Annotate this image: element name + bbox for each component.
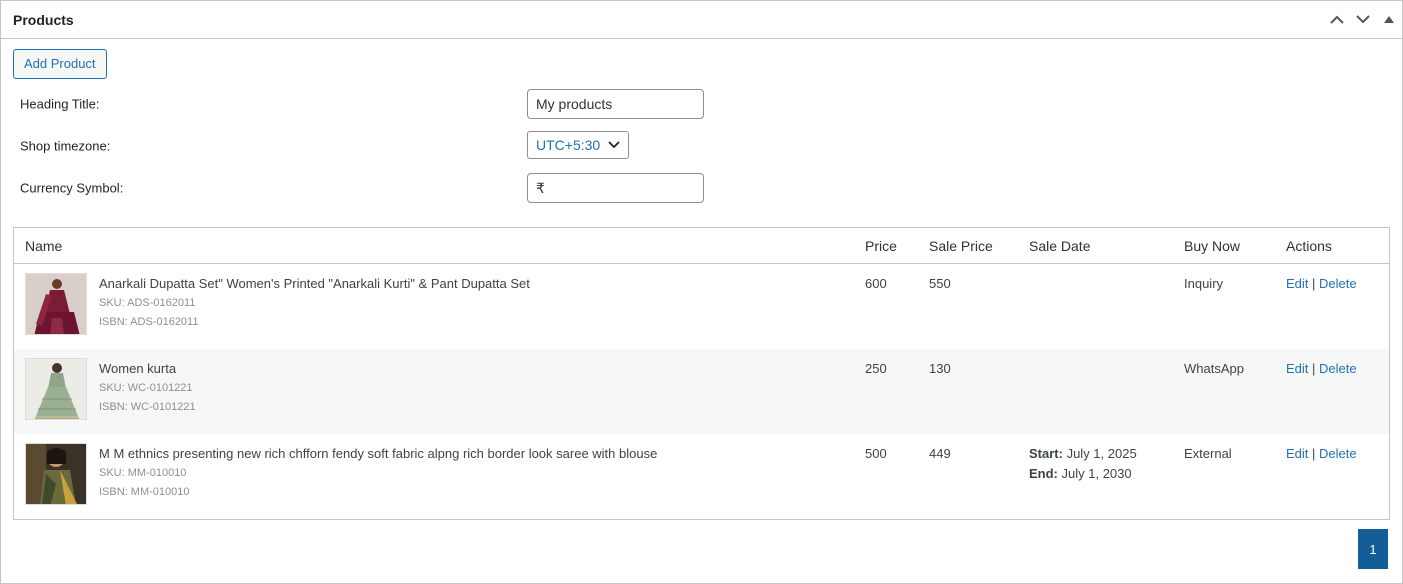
sale-start-line: Start: July 1, 2025 — [1029, 445, 1137, 463]
product-isbn: ISBN: WC-0101221 — [99, 401, 196, 413]
product-sale-price: 550 — [929, 276, 951, 291]
products-table: Name Price Sale Price Sale Date Buy Now … — [13, 227, 1390, 520]
col-name[interactable]: Name — [25, 228, 62, 264]
product-name: Women kurta — [99, 361, 177, 376]
product-sale-price: 130 — [929, 361, 951, 376]
currency-input[interactable]: ₹ — [527, 173, 704, 203]
col-sale-date[interactable]: Sale Date — [1029, 228, 1090, 264]
product-sku: SKU: ADS-0162011 — [99, 297, 196, 309]
product-sku: SKU: MM-010010 — [99, 467, 187, 479]
action-separator: | — [1312, 361, 1316, 376]
col-buy-now[interactable]: Buy Now — [1184, 228, 1240, 264]
col-sale-price[interactable]: Sale Price — [929, 228, 993, 264]
product-isbn: ISBN: MM-010010 — [99, 486, 190, 498]
panel-header: Products — [1, 1, 1402, 39]
add-product-button[interactable]: Add Product — [13, 49, 107, 79]
sale-start-date: July 1, 2025 — [1066, 446, 1137, 461]
product-buy-now: Inquiry — [1184, 276, 1224, 291]
product-info: Women kurta SKU: WC-0101221 ISBN: WC-010… — [99, 360, 196, 417]
product-name: M M ethnics presenting new rich chfforn … — [99, 446, 658, 461]
sale-end-line: End: July 1, 2030 — [1029, 465, 1137, 483]
product-price: 250 — [865, 361, 887, 376]
collapse-toggle-icon[interactable] — [1376, 2, 1402, 38]
product-actions: Edit | Delete — [1286, 445, 1357, 463]
timezone-select[interactable]: UTC+5:30 — [527, 131, 629, 159]
action-separator: | — [1312, 446, 1316, 461]
sale-end-label: End: — [1029, 466, 1058, 481]
product-thumbnail — [25, 273, 87, 335]
chevron-down-icon — [608, 141, 620, 149]
product-buy-now: External — [1184, 446, 1232, 461]
table-row: Anarkali Dupatta Set" Women's Printed "A… — [14, 264, 1389, 349]
delete-link[interactable]: Delete — [1319, 446, 1357, 461]
delete-link[interactable]: Delete — [1319, 361, 1357, 376]
product-isbn: ISBN: ADS-0162011 — [99, 316, 199, 328]
product-buy-now: WhatsApp — [1184, 361, 1244, 376]
timezone-row: Shop timezone: UTC+5:30 — [13, 125, 1390, 167]
product-actions: Edit | Delete — [1286, 360, 1357, 378]
table-row: Women kurta SKU: WC-0101221 ISBN: WC-010… — [14, 349, 1389, 434]
move-down-icon[interactable] — [1350, 2, 1376, 38]
edit-link[interactable]: Edit — [1286, 446, 1308, 461]
products-panel: Products Add Product Heading Title: My p… — [0, 0, 1403, 584]
product-name: Anarkali Dupatta Set" Women's Printed "A… — [99, 276, 530, 291]
product-sale-date: Start: July 1, 2025 End: July 1, 2030 — [1029, 445, 1137, 483]
product-actions: Edit | Delete — [1286, 275, 1357, 293]
panel-handle-actions — [1324, 1, 1402, 38]
panel-title: Products — [13, 11, 74, 28]
heading-title-label: Heading Title: — [20, 96, 100, 112]
product-price: 600 — [865, 276, 887, 291]
col-actions: Actions — [1286, 238, 1332, 254]
sale-end-date: July 1, 2030 — [1061, 466, 1132, 481]
product-price: 500 — [865, 446, 887, 461]
product-sale-price: 449 — [929, 446, 951, 461]
heading-title-input[interactable]: My products — [527, 89, 704, 119]
edit-link[interactable]: Edit — [1286, 361, 1308, 376]
product-info: M M ethnics presenting new rich chfforn … — [99, 445, 657, 502]
product-info: Anarkali Dupatta Set" Women's Printed "A… — [99, 275, 530, 332]
table-header: Name Price Sale Price Sale Date Buy Now … — [14, 228, 1389, 264]
product-thumbnail — [25, 443, 87, 505]
product-sku: SKU: WC-0101221 — [99, 382, 193, 394]
table-row: M M ethnics presenting new rich chfforn … — [14, 434, 1389, 519]
heading-title-row: Heading Title: My products — [13, 83, 1390, 125]
move-up-icon[interactable] — [1324, 2, 1350, 38]
product-thumbnail — [25, 358, 87, 420]
col-price[interactable]: Price — [865, 228, 897, 264]
action-separator: | — [1312, 276, 1316, 291]
panel-body: Add Product Heading Title: My products S… — [1, 39, 1402, 209]
currency-label: Currency Symbol: — [20, 180, 124, 196]
sale-start-label: Start: — [1029, 446, 1063, 461]
timezone-value: UTC+5:30 — [536, 137, 601, 153]
timezone-label: Shop timezone: — [20, 138, 111, 154]
delete-link[interactable]: Delete — [1319, 276, 1357, 291]
pagination-page-current[interactable]: 1 — [1358, 529, 1388, 569]
currency-row: Currency Symbol: ₹ — [13, 167, 1390, 209]
edit-link[interactable]: Edit — [1286, 276, 1308, 291]
